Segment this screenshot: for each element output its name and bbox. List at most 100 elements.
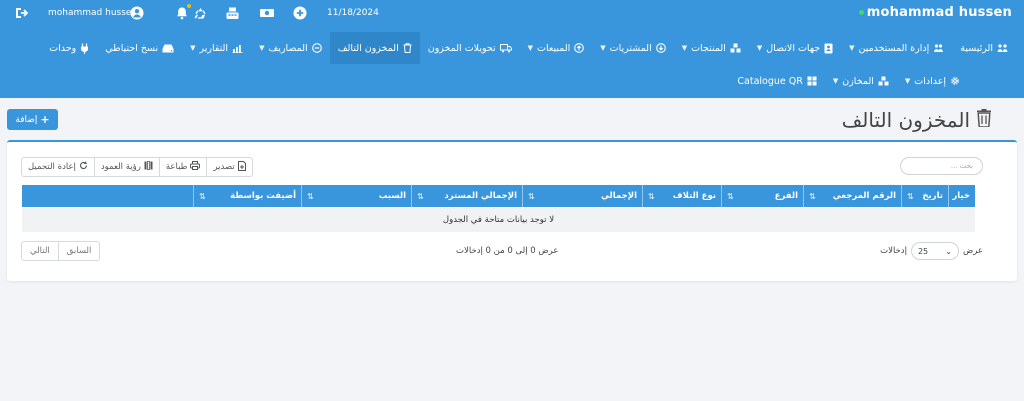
nav-item-home-0[interactable]: الرئيسية <box>952 32 1016 64</box>
trash-icon <box>976 108 992 132</box>
nav-item-truck-6[interactable]: تحويلات المخزون <box>420 32 520 64</box>
column-header[interactable]: الرقم المرجعي ⇅ <box>803 185 901 207</box>
nav-item-cubes-1[interactable]: المخازن ▼ <box>825 65 897 97</box>
column-header-label: الفرع <box>774 191 798 201</box>
prev-page-button[interactable]: السابق <box>57 241 101 261</box>
chevron-down-icon: ⌄ <box>945 246 952 256</box>
nav-item-minus-circle-8[interactable]: المصاريف ▼ <box>251 32 330 64</box>
column-header-label: الإجمالي <box>600 191 637 201</box>
nav-item-upload-circle-5[interactable]: المبيعات ▼ <box>520 32 593 64</box>
sort-icon: ⇅ <box>199 191 206 201</box>
plus-circle-icon[interactable] <box>293 6 307 22</box>
caret-down-icon: ▼ <box>600 44 606 52</box>
print-button[interactable]: طباعة <box>158 157 208 177</box>
column-header[interactable]: نوع التلاف ⇅ <box>642 185 721 207</box>
column-header[interactable]: الإجمالي ⇅ <box>522 185 642 207</box>
column-header[interactable]: السبب ⇅ <box>301 185 411 207</box>
nav-item-label: تحويلات المخزون <box>427 42 496 54</box>
print-label: طباعة <box>165 162 188 172</box>
column-header[interactable]: تاريخ ⇅ <box>901 185 948 207</box>
truck-icon <box>499 43 512 53</box>
username-label[interactable]: mohammad hussen <box>48 8 137 18</box>
nav-item-label: المشتريات <box>609 42 652 54</box>
sort-icon: ⇅ <box>417 191 424 201</box>
print-icon <box>190 161 201 173</box>
caret-down-icon: ▼ <box>849 44 855 52</box>
entries-select[interactable]: 25 ⌄ <box>910 242 959 260</box>
column-header[interactable]: الإجمالي المسترد ⇅ <box>411 185 522 207</box>
nav-item-label: إعدادات <box>914 75 946 87</box>
caret-down-icon: ▼ <box>259 44 265 52</box>
nav-item-trash-7[interactable]: المخزون التالف <box>329 32 420 64</box>
reload-button[interactable]: إعادة التحميل <box>21 157 95 177</box>
entries-label: إدخالات <box>880 246 907 256</box>
entries-value: 25 <box>917 246 929 256</box>
empty-message: لا توجد بيانات متاحة في الجدول <box>442 215 555 225</box>
file-export-icon <box>237 160 246 174</box>
nav-item-label: المنتجات <box>691 42 726 54</box>
column-header[interactable]: خيار <box>948 185 975 207</box>
nav-item-grid-2[interactable]: Catalogue QR <box>729 65 824 97</box>
nav-row-secondary: إعدادات ▼ المخازن ▼ Catalogue QR <box>0 65 1024 97</box>
cash-register-icon[interactable] <box>225 6 240 22</box>
hdd-icon <box>162 44 174 53</box>
nav-item-label: المصاريف <box>268 42 308 54</box>
export-button[interactable]: تصدير <box>206 157 253 177</box>
trash-icon <box>403 43 412 53</box>
nav-item-bar-chart-9[interactable]: التقارير ▼ <box>182 32 251 64</box>
caret-down-icon: ▼ <box>904 77 911 85</box>
brand-name: mohammad hussen <box>866 5 1012 20</box>
nav-item-label: نسخ احتياطي <box>105 42 159 54</box>
sort-icon: ⇅ <box>809 191 816 201</box>
nav-item-label: المخزون التالف <box>337 42 399 54</box>
column-visibility-button[interactable]: رؤية العمود <box>93 157 160 177</box>
minus-circle-icon <box>311 43 322 53</box>
empty-table-row: لا توجد بيانات متاحة في الجدول <box>22 208 975 232</box>
column-visibility-label: رؤية العمود <box>100 162 141 172</box>
current-date: 11/18/2024 <box>327 8 379 18</box>
column-header[interactable]: الفرع ⇅ <box>721 185 803 207</box>
cubes-icon <box>878 76 889 86</box>
table-header: خيار تاريخ ⇅ الرقم المرجعي ⇅ الفرع ⇅ نوع التلاف… <box>22 185 975 207</box>
columns-icon <box>144 161 153 173</box>
recycle-icon[interactable] <box>193 6 208 22</box>
nav-item-contacts-2[interactable]: جهات الاتصال ▼ <box>749 32 841 64</box>
next-page-button[interactable]: التالي <box>21 241 59 261</box>
upload-circle-icon <box>574 43 585 53</box>
gear-icon <box>950 76 960 86</box>
add-button[interactable]: + إضافة <box>7 109 58 130</box>
top-bar: mohammad hussen mohammad hussen 11/18/20… <box>0 0 1024 29</box>
bell-icon[interactable] <box>175 6 189 22</box>
caret-down-icon: ▼ <box>190 44 196 52</box>
user-icon[interactable] <box>130 6 144 22</box>
search-input[interactable]: بحث ... <box>900 157 983 175</box>
app-brand[interactable]: mohammad hussen <box>858 5 1012 20</box>
caret-down-icon: ▼ <box>832 77 839 85</box>
page-title: المخزون التالف <box>842 108 992 132</box>
plug-icon <box>80 43 89 54</box>
pagination: السابق التالي <box>21 241 101 261</box>
add-button-label: إضافة <box>15 114 38 125</box>
sort-icon: ⇅ <box>528 191 535 201</box>
nav-item-download-circle-4[interactable]: المشتريات ▼ <box>592 32 673 64</box>
home-icon <box>997 43 1008 53</box>
download-circle-icon <box>655 43 666 53</box>
nav-item-label: جهات الاتصال <box>766 42 821 54</box>
cubes-icon <box>730 43 741 53</box>
caret-down-icon: ▼ <box>527 44 534 52</box>
nav-item-plug-11[interactable]: وحدات <box>41 32 97 64</box>
nav-item-hdd-10[interactable]: نسخ احتياطي <box>97 32 182 64</box>
table-toolbar: تصدير طباعة رؤية العمود إعادة التحميل <box>21 157 253 177</box>
money-icon[interactable] <box>259 6 275 22</box>
nav-item-gear-0[interactable]: إعدادات ▼ <box>897 65 968 97</box>
main-nav: الرئيسية إدارة المستخدمين ▼ جهات الاتصال ▼ ال… <box>0 29 1024 98</box>
show-label: عرض <box>962 246 983 256</box>
nav-item-cubes-3[interactable]: المنتجات ▼ <box>674 32 749 64</box>
nav-item-label: المخازن <box>842 75 874 87</box>
notification-dot <box>187 4 191 8</box>
column-header-label: نوع التلاف <box>672 191 716 201</box>
column-header-label: الرقم المرجعي <box>832 191 896 201</box>
nav-item-users-1[interactable]: إدارة المستخدمين ▼ <box>841 32 952 64</box>
column-header[interactable]: أضيفت بواسطة ⇅ <box>193 185 301 207</box>
logout-icon[interactable] <box>14 6 29 22</box>
